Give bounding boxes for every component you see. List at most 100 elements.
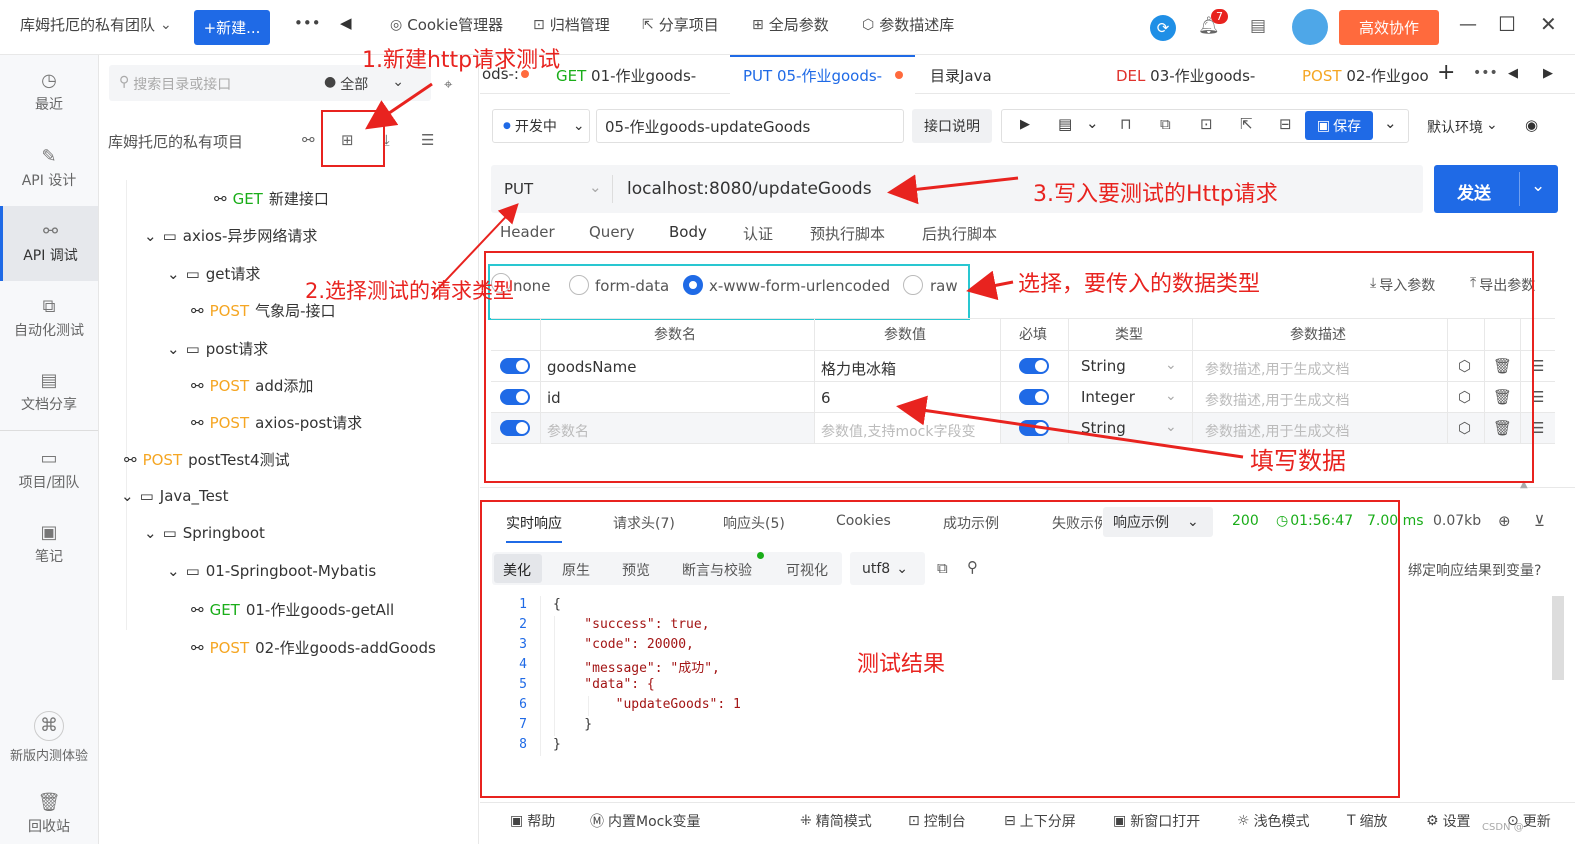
tab[interactable]: 目录Java: [930, 65, 1060, 86]
chevron-down-icon[interactable]: ⌄: [1384, 114, 1397, 132]
split-view-button[interactable]: ⊟ 上下分屏: [1004, 811, 1076, 831]
locate-icon[interactable]: ⌖: [444, 75, 452, 93]
collab-button[interactable]: 高效协作: [1339, 10, 1439, 45]
tree-folder[interactable]: ⌄ ▭ post请求: [167, 338, 268, 359]
settings-button[interactable]: ⚙ 设置: [1426, 811, 1471, 831]
rail-label: 笔记: [35, 548, 63, 565]
code-icon[interactable]: ⊡: [1200, 115, 1213, 133]
tab-label: 02-作业goo: [1346, 67, 1429, 85]
tab-auth[interactable]: 认证: [743, 223, 773, 244]
history-icon[interactable]: ⊟: [1279, 115, 1292, 133]
tree-item[interactable]: ⚯ GET 01-作业goods-getAll: [191, 599, 394, 620]
tree-folder[interactable]: ⌄ ▭ get请求: [167, 263, 260, 284]
tab-active[interactable]: PUT 05-作业goods-: [743, 65, 883, 86]
new-button[interactable]: +新建...: [194, 10, 270, 45]
link-icon: ⚯: [191, 301, 204, 320]
tree-folder[interactable]: ⌄ ▭ axios-异步网络请求: [144, 225, 317, 246]
archive-button[interactable]: ⊡ 归档管理: [533, 14, 610, 35]
rail-item-recent[interactable]: ◷ 最近: [0, 55, 98, 130]
tab-prev-icon[interactable]: ◀: [1508, 66, 1518, 81]
tab-query[interactable]: Query: [589, 223, 635, 241]
run-icon[interactable]: ▶: [1020, 117, 1030, 132]
sync-icon[interactable]: ⟳: [1150, 15, 1176, 41]
eye-icon[interactable]: ◉: [1525, 116, 1538, 134]
cookie-manager-button[interactable]: ◎ Cookie管理器: [390, 14, 503, 35]
save-as-icon[interactable]: ▤: [1058, 115, 1072, 133]
mock-vars-button[interactable]: Ⓜ 内置Mock变量: [590, 811, 700, 831]
more-tabs-icon[interactable]: •••: [1473, 65, 1498, 81]
tab[interactable]: DEL 03-作业goods-: [1116, 65, 1261, 86]
resp-size: 0.07kb: [1433, 513, 1482, 529]
download-icon[interactable]: ⊻: [1534, 512, 1545, 530]
share-project-button[interactable]: ⇱ 分享项目: [642, 14, 719, 35]
global-params-button[interactable]: ⊞ 全局参数: [752, 14, 829, 35]
cube-icon: ⬡: [862, 16, 875, 33]
tab-post-script[interactable]: 后执行脚本: [922, 223, 997, 244]
save-label: 保存: [1333, 118, 1362, 135]
beta-icon: ⌘: [34, 711, 64, 741]
chevron-down-icon[interactable]: ⌄: [1086, 114, 1099, 132]
tree-item[interactable]: ⚯ GET 新建接口: [214, 188, 329, 209]
maximize-icon[interactable]: ☐: [1498, 12, 1516, 36]
tree-item[interactable]: ⚯ POST add添加: [191, 375, 313, 396]
minimize-icon[interactable]: —: [1459, 14, 1477, 35]
url-input[interactable]: localhost:8080/updateGoods: [627, 179, 872, 199]
avatar[interactable]: [1292, 9, 1328, 45]
chevron-down-icon[interactable]: ⌄: [1531, 176, 1545, 196]
status-select[interactable]: ● 开发中 ⌄: [492, 109, 590, 143]
rail-item-doc-share[interactable]: ▤ 文档分享: [0, 355, 98, 430]
notes-icon[interactable]: ▤: [1250, 16, 1266, 36]
bottom-divider: [480, 802, 1575, 803]
api-doc-button[interactable]: 接口说明: [912, 109, 992, 143]
help-button[interactable]: ▣ 帮助: [510, 811, 555, 831]
method-select[interactable]: PUT: [504, 180, 533, 198]
tab-next-icon[interactable]: ▶: [1543, 66, 1553, 81]
tab-header[interactable]: Header: [500, 223, 555, 241]
link-icon: ⚯: [42, 220, 59, 242]
tree-item[interactable]: ⚯ POST axios-post请求: [191, 412, 362, 433]
scrollbar-thumb[interactable]: [1552, 596, 1564, 680]
tab-pre-script[interactable]: 预执行脚本: [810, 223, 885, 244]
param-desc-library-button[interactable]: ⬡ 参数描述库: [862, 14, 954, 35]
rail-item-notes[interactable]: ▣ 笔记: [0, 507, 98, 582]
console-button[interactable]: ⊡ 控制台: [908, 811, 966, 831]
tree-folder[interactable]: ⌄ ▭ Java_Test: [121, 487, 229, 505]
new-window-button[interactable]: ▣ 新窗口打开: [1113, 811, 1200, 831]
filter-select[interactable]: ● 全部 ⌄: [324, 74, 404, 94]
copy-icon[interactable]: ⧉: [1160, 115, 1171, 133]
api-name-input[interactable]: 05-作业goods-updateGoods: [596, 109, 904, 143]
tab-body[interactable]: Body: [669, 223, 707, 241]
rail-item-automation[interactable]: ⧉ 自动化测试: [0, 281, 98, 356]
lock-icon[interactable]: ⊓: [1120, 115, 1132, 133]
back-button[interactable]: ◀: [340, 14, 352, 32]
tab[interactable]: POST 02-作业goo: [1302, 65, 1432, 86]
rail-item-api-debug[interactable]: ⚯ API 调试: [0, 206, 98, 281]
link-icon: ⚯: [191, 638, 204, 657]
save-button[interactable]: ▣ 保存: [1305, 111, 1373, 140]
more-menu-button[interactable]: •••: [294, 14, 321, 32]
tree-folder[interactable]: ⌄ ▭ Springboot: [144, 524, 265, 542]
rail-label: 回收站: [28, 818, 70, 835]
bottom-label: 控制台: [923, 814, 966, 830]
link-icon[interactable]: ⚯: [302, 131, 315, 149]
rail-item-api-design[interactable]: ✎ API 设计: [0, 131, 98, 206]
rail-item-project-team[interactable]: ▭ 项目/团队: [0, 433, 98, 508]
tab[interactable]: GET 01-作业goods-: [556, 65, 701, 86]
search-input[interactable]: ⚲ 搜索目录或接口: [119, 74, 231, 94]
bind-response-link[interactable]: 绑定响应结果到变量?: [1408, 560, 1541, 580]
share-icon[interactable]: ⇱: [1240, 115, 1253, 133]
light-mode-button[interactable]: ☼ 浅色模式: [1237, 811, 1310, 831]
team-selector[interactable]: 库姆托厄的私有团队 ⌄: [20, 14, 172, 35]
rail-item-trash[interactable]: 🗑︎ 回收站: [0, 777, 98, 852]
rail-item-beta[interactable]: ⌘ 新版内测体验: [0, 700, 98, 775]
compact-mode-button[interactable]: ⁜ 精简模式: [800, 811, 872, 831]
tree-item[interactable]: ⚯ POST postTest4测试: [124, 449, 290, 470]
add-tab-icon[interactable]: +: [1437, 60, 1455, 85]
globe-icon[interactable]: ⊕: [1498, 512, 1511, 530]
zoom-button[interactable]: T 缩放: [1347, 811, 1388, 831]
env-select[interactable]: 默认环境 ⌄: [1427, 117, 1498, 137]
tree-item[interactable]: ⚯ POST 02-作业goods-addGoods: [191, 637, 436, 658]
tree-folder[interactable]: ⌄ ▭ 01-Springboot-Mybatis: [167, 562, 376, 580]
close-icon[interactable]: ✕: [1540, 12, 1557, 36]
sort-icon[interactable]: ☰: [421, 131, 434, 149]
